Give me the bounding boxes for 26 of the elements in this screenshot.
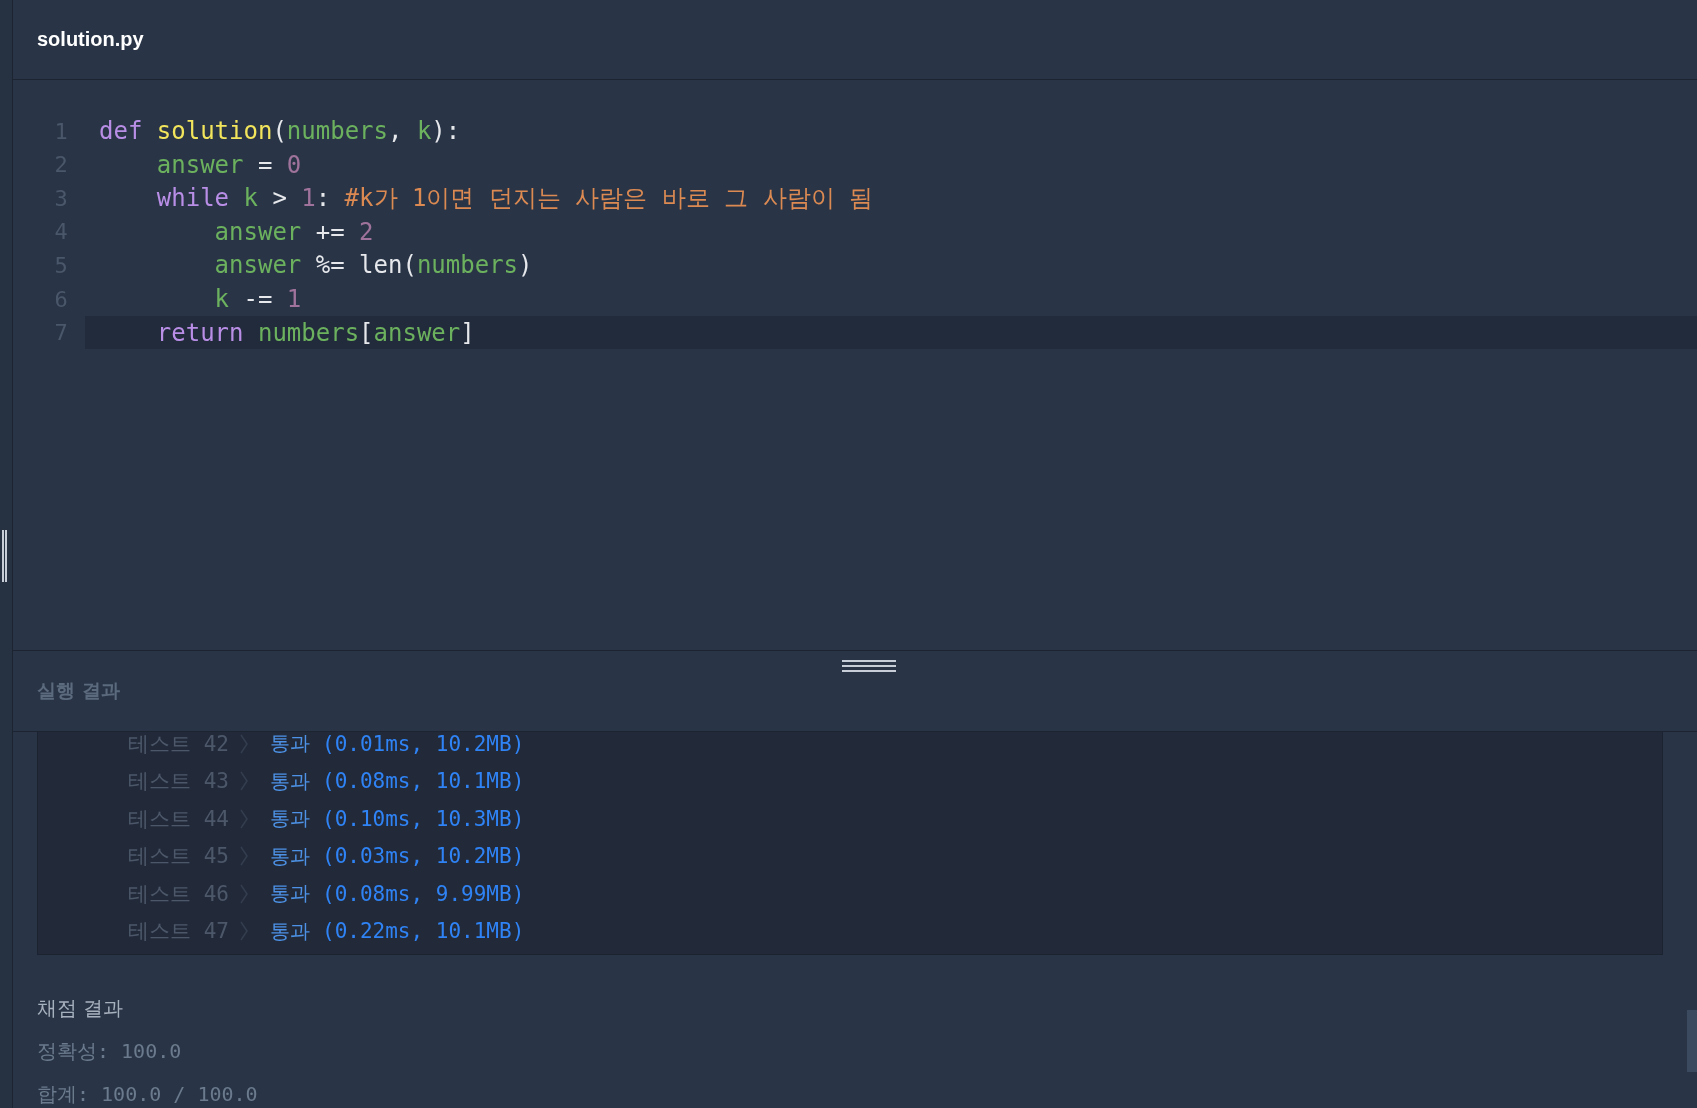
- grading-score: 합계: 100.0 / 100.0: [37, 1081, 258, 1108]
- chevron-icon: [240, 733, 248, 754]
- drag-handle-icon[interactable]: [842, 658, 896, 673]
- test-detail: (0.08ms, 10.1MB): [322, 769, 525, 794]
- test-detail: (0.10ms, 10.3MB): [322, 806, 525, 831]
- test-detail: (0.03ms, 10.2MB): [322, 844, 525, 869]
- test-status: 통과: [270, 880, 310, 908]
- code-line: def solution(numbers, k):: [99, 117, 461, 146]
- code-line: while k > 1: #k가 1이면 던지는 사람은 바로 그 사람이 됨: [156, 183, 874, 215]
- test-status: 통과: [270, 732, 310, 758]
- test-status: 통과: [270, 805, 310, 833]
- test-detail: (0.01ms, 10.2MB): [322, 732, 525, 756]
- code-line: return numbers[answer]: [156, 318, 475, 347]
- test-detail: (0.22ms, 10.1MB): [322, 919, 525, 944]
- code-line: answer %= len(numbers): [214, 251, 533, 280]
- test-status: 통과: [270, 767, 310, 795]
- panel-resize-handle[interactable]: [2, 530, 7, 582]
- code-line: answer += 2: [214, 217, 374, 246]
- test-status: 통과: [270, 917, 310, 945]
- code-line: k -= 1: [214, 285, 302, 314]
- grading-title: 채점 결과: [37, 995, 124, 1022]
- grading-score: 정확성: 100.0: [37, 1038, 182, 1065]
- file-name: solution.py: [37, 28, 144, 52]
- test-status: 통과: [270, 842, 310, 870]
- test-detail: (0.08ms, 9.99MB): [322, 881, 525, 906]
- code-line: answer = 0: [156, 150, 302, 179]
